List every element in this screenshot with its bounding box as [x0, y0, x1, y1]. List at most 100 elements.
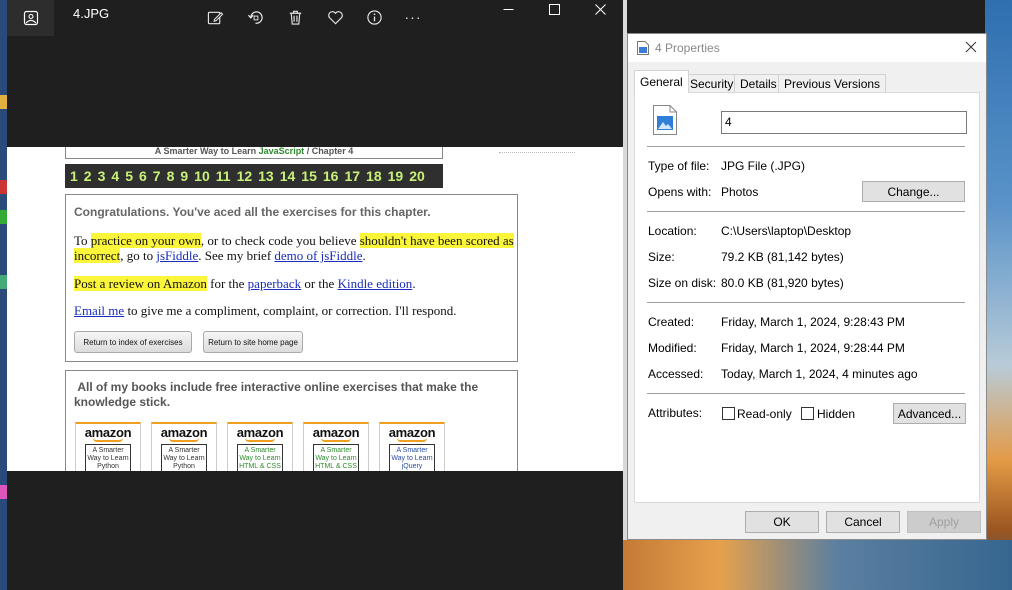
divider: [647, 393, 965, 394]
review-paragraph: Post a review on Amazon for the paperbac…: [74, 276, 514, 291]
exercise-number: 4: [111, 168, 120, 184]
exercise-number: 1: [70, 168, 78, 184]
return-home-button: Return to site home page: [203, 331, 303, 353]
exercise-number: 13: [258, 168, 274, 184]
paperback-link: paperback: [247, 276, 302, 291]
exercise-number: 12: [236, 168, 253, 184]
jsfiddle-link: jsFiddle: [156, 248, 199, 263]
book-thumbnail: amazon A Smarter Way to Learn HTML & CSS: [227, 422, 293, 471]
amazon-logo: amazon: [84, 425, 132, 440]
image-file-icon: [637, 41, 649, 55]
dotted-line: [499, 152, 575, 153]
exercise-number: 20: [409, 168, 425, 184]
desktop-icon-fragment: [0, 485, 7, 499]
demo-link: demo of jsFiddle: [274, 248, 363, 263]
dialog-titlebar: 4 Properties: [628, 34, 986, 62]
edit-image-icon: [207, 11, 223, 24]
hidden-label: Hidden: [817, 407, 856, 421]
rotate-button[interactable]: [242, 4, 268, 30]
change-button[interactable]: Change...: [862, 181, 965, 202]
header-prefix: A Smarter Way to Learn: [154, 147, 259, 156]
highlight-text: practice on your own: [90, 233, 201, 248]
close-icon[interactable]: [964, 40, 978, 54]
photo-viewer-image: A Smarter Way to Learn JavaScript / Chap…: [7, 147, 623, 471]
divider: [647, 211, 965, 212]
book-cover: A Smarter Way to Learn Python: [161, 444, 207, 471]
rotate-icon: [247, 10, 263, 24]
photos-toolbar: 4.JPG ···: [7, 0, 623, 36]
text: , or to check code you believe: [200, 233, 360, 248]
text: , go to: [120, 248, 157, 263]
desktop-icon-fragment: [0, 95, 7, 109]
exercise-number: 17: [344, 168, 361, 184]
exercise-number: 10: [194, 168, 210, 184]
book-cover: A Smarter Way to Learn HTML & CSS: [237, 444, 283, 471]
ok-button[interactable]: OK: [745, 511, 819, 533]
file-name: 4.JPG: [73, 6, 110, 21]
type-label: Type of file:: [648, 159, 710, 173]
photos-window: 4.JPG ··· A Smarter Way to Learn JavaScr…: [7, 0, 623, 580]
exercise-number: 8: [166, 168, 175, 184]
accessed-value: Today, March 1, 2024, 4 minutes ago: [721, 367, 918, 381]
close-window-button[interactable]: [577, 0, 623, 18]
read-only-label: Read-only: [737, 407, 792, 421]
text: for the: [206, 276, 248, 291]
close-icon: [594, 3, 606, 15]
tab-general[interactable]: General: [634, 70, 689, 93]
created-value: Friday, March 1, 2024, 9:28:43 PM: [721, 315, 905, 329]
text: or the: [301, 276, 338, 291]
books-box: All of my books include free interactive…: [65, 370, 518, 471]
book-cover: A Smarter Way to Learn HTML & CSS: [313, 444, 359, 471]
more-options-button[interactable]: ···: [400, 4, 426, 30]
info-button[interactable]: [361, 4, 387, 30]
desktop-wallpaper-bottom: [623, 540, 1012, 590]
size-on-disk-label: Size on disk:: [648, 276, 717, 290]
edit-button[interactable]: [202, 4, 228, 30]
book-thumbnail: amazon A Smarter Way to Learn jQuery: [379, 422, 445, 471]
header-suffix: / Chapter 4: [304, 147, 354, 156]
congrats-box: Congratulations. You've aced all the exe…: [65, 194, 518, 362]
location-label: Location:: [648, 224, 697, 238]
minimize-icon: [503, 8, 513, 10]
photos-app-button[interactable]: [7, 0, 54, 36]
amazon-logo: amazon: [388, 425, 436, 440]
cancel-button[interactable]: Cancel: [826, 511, 900, 533]
general-tab-panel: 4 Type of file: JPG File (.JPG) Opens wi…: [634, 92, 980, 503]
tab-details[interactable]: Details: [734, 74, 783, 92]
text: .: [412, 276, 416, 291]
exercise-number: 7: [152, 168, 161, 184]
hidden-checkbox[interactable]: [801, 407, 814, 420]
exercise-number: 11: [215, 168, 231, 184]
exercise-number: 16: [322, 168, 339, 184]
amazon-logo: amazon: [236, 425, 284, 440]
amazon-logo: amazon: [160, 425, 208, 440]
book-thumbnail: amazon A Smarter Way to Learn HTML & CSS: [303, 422, 369, 471]
size-label: Size:: [648, 250, 675, 264]
exercise-number: 14: [279, 168, 296, 184]
congrats-heading: Congratulations. You've aced all the exe…: [74, 205, 431, 219]
exercise-number: 15: [301, 168, 317, 184]
advanced-button[interactable]: Advanced...: [893, 403, 966, 424]
practice-paragraph: To practice on your own, or to check cod…: [74, 233, 514, 263]
tab-previous-versions[interactable]: Previous Versions: [778, 74, 887, 92]
desktop-icon-fragment: [0, 275, 7, 289]
divider: [647, 302, 965, 303]
desktop-icon-fragment: [0, 210, 7, 224]
text: .: [362, 248, 366, 263]
read-only-checkbox[interactable]: [722, 407, 735, 420]
accessed-label: Accessed:: [648, 367, 704, 381]
image-file-icon: [653, 105, 677, 135]
favorite-button[interactable]: [322, 4, 348, 30]
delete-button[interactable]: [282, 4, 308, 30]
minimize-button[interactable]: [485, 0, 531, 18]
email-paragraph: Email me to give me a compliment, compla…: [74, 303, 514, 318]
info-icon: [366, 9, 382, 25]
file-name-input[interactable]: 4: [721, 111, 967, 134]
exercise-number: 6: [138, 168, 147, 184]
exercise-number: 18: [366, 168, 382, 184]
apply-button[interactable]: Apply: [907, 511, 981, 533]
desktop-wallpaper: [985, 0, 1012, 590]
maximize-button[interactable]: [531, 0, 577, 18]
book-cover: A Smarter Way to Learn jQuery: [389, 444, 435, 471]
tab-security[interactable]: Security: [684, 74, 740, 92]
